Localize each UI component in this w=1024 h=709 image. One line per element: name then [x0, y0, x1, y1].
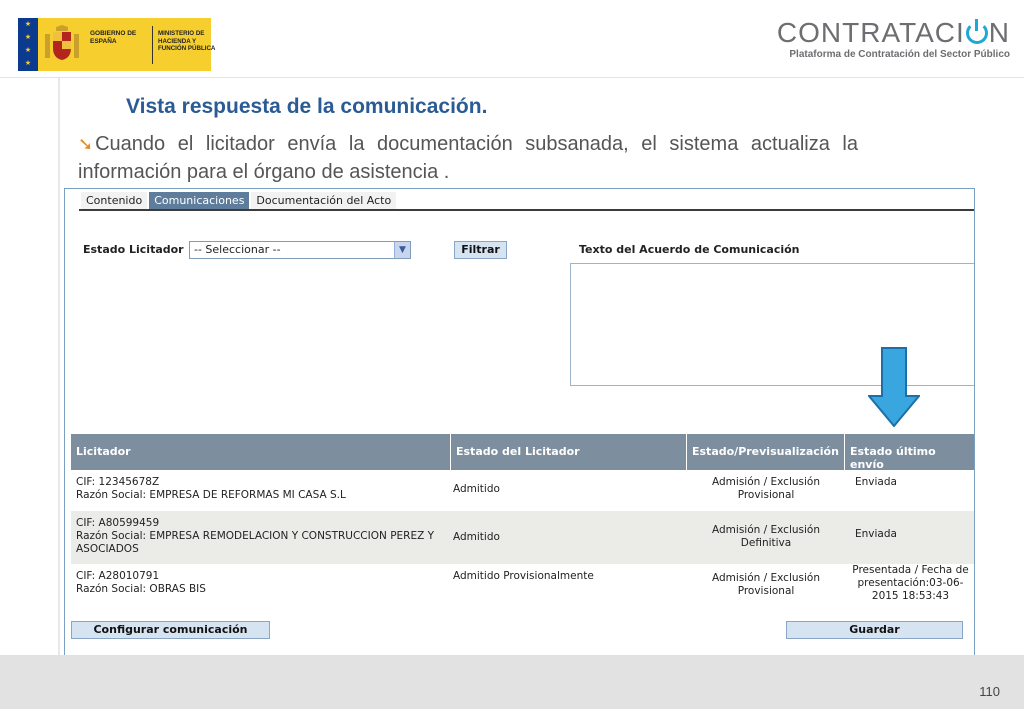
tab-bar: Contenido Comunicaciones Documentación d… [81, 192, 398, 210]
logo-separator [152, 26, 153, 64]
ultimo-envio-cell: Enviada [855, 476, 897, 488]
bullet-arrow-icon: ➘ [78, 134, 94, 154]
col-estado-previsualizacion: Estado/Previsualización [687, 434, 845, 470]
slide-header: ★ ★ ★ ★ GOBIERNO DE ESPAÑA MINISTERIO DE HA… [0, 0, 1024, 78]
col-estado-licitador: Estado del Licitador [451, 434, 687, 470]
estado-licitador-label: Estado Licitador [83, 243, 184, 256]
guardar-button[interactable]: Guardar [786, 621, 963, 639]
licitador-cell: CIF: A28010791 Razón Social: OBRAS BIS [71, 564, 451, 612]
estado-cell: Admitido Provisionalmente [453, 570, 594, 582]
tab-contenido[interactable]: Contenido [81, 192, 148, 210]
slide-title: Vista respuesta de la comunicación. [126, 95, 488, 118]
razon-social-text: Razón Social: EMPRESA DE REFORMAS MI CAS… [76, 489, 346, 501]
cif-text: CIF: A80599459 [76, 517, 160, 529]
table-row: CIF: 12345678Z Razón Social: EMPRESA DE … [71, 470, 974, 511]
ultimo-envio-cell: Presentada / Fecha de presentación:03-06… [852, 564, 969, 602]
razon-social-text: Razón Social: OBRAS BIS [76, 583, 206, 595]
previsualizacion-link[interactable]: Admisión / Exclusión Provisional [687, 470, 845, 511]
tab-comunicaciones[interactable]: Comunicaciones [149, 192, 250, 210]
page-number: 110 [979, 684, 1000, 699]
gov-text: GOBIERNO DE ESPAÑA [90, 30, 137, 45]
left-rule [58, 78, 60, 658]
select-value: -- Seleccionar -- [194, 243, 281, 256]
ministry-text: MINISTERIO DE HACIENDA Y FUNCIÓN PÚBLICA [158, 30, 216, 52]
table-row: CIF: A28010791 Razón Social: OBRAS BIS A… [71, 564, 974, 612]
cif-text: CIF: A28010791 [76, 570, 160, 582]
slide-bullet: ➘ Cuando el licitador envía la documentac… [78, 130, 858, 186]
brand-title: CONTRATACI N [776, 17, 1010, 48]
bullet-text: Cuando el licitador envía la documentaci… [78, 133, 858, 183]
cif-text: CIF: 12345678Z [76, 476, 160, 488]
previsualizacion-link[interactable]: Admisión / Exclusión Definitiva [687, 511, 845, 564]
licitadores-table: Licitador Estado del Licitador Estado/Pr… [71, 434, 974, 612]
estado-cell: Admitido [453, 531, 500, 543]
filtrar-button[interactable]: Filtrar [454, 241, 507, 259]
configurar-comunicacion-button[interactable]: Configurar comunicación [71, 621, 270, 639]
texto-acuerdo-label: Texto del Acuerdo de Comunicación [579, 243, 800, 256]
licitador-cell: CIF: A80599459 Razón Social: EMPRESA REM… [71, 511, 451, 564]
col-licitador: Licitador [71, 434, 451, 470]
licitador-cell: CIF: 12345678Z Razón Social: EMPRESA DE … [71, 470, 451, 511]
eu-stars-strip: ★ ★ ★ ★ [18, 18, 38, 71]
app-screenshot: Contenido Comunicaciones Documentación d… [64, 188, 975, 660]
slide-footer [0, 655, 1024, 709]
col-estado-ultimo-envio: Estado último envío [850, 445, 936, 471]
power-icon [965, 19, 988, 44]
tabs-divider [79, 209, 974, 211]
estado-licitador-select[interactable]: -- Seleccionar -- ▼ [189, 241, 411, 259]
previsualizacion-link[interactable]: Admisión / Exclusión Provisional [687, 564, 845, 612]
chevron-down-icon[interactable]: ▼ [394, 242, 410, 258]
estado-cell: Admitido [453, 483, 500, 495]
government-logo: ★ ★ ★ ★ GOBIERNO DE ESPAÑA MINISTERIO DE HA… [18, 18, 215, 71]
ultimo-envio-cell: Enviada [855, 528, 897, 540]
coat-of-arms-icon [45, 25, 79, 60]
table-row: CIF: A80599459 Razón Social: EMPRESA REM… [71, 511, 974, 564]
table-header: Licitador Estado del Licitador Estado/Pr… [71, 434, 974, 471]
brand-subtitle: Plataforma de Contratación del Sector Pú… [789, 49, 1010, 60]
highlight-down-arrow-icon [868, 347, 920, 427]
contratacion-brand: CONTRATACI N Plataforma de Contratación d… [776, 17, 1010, 61]
razon-social-text: Razón Social: EMPRESA REMODELACION Y CON… [76, 530, 435, 555]
tab-documentacion-del-acto[interactable]: Documentación del Acto [251, 192, 397, 210]
